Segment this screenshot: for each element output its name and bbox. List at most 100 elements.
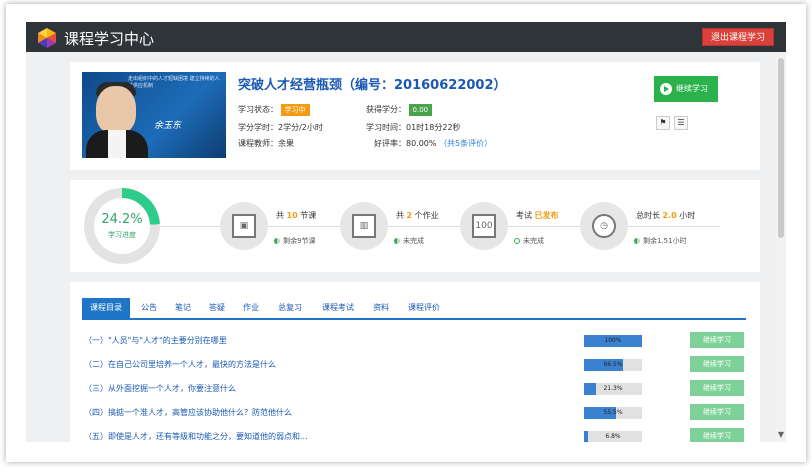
window-frame: 课程学习中心 退出课程学习 ▼ 走出组织中的人才短缺困境 建立持续的人才供应机制…	[6, 4, 806, 462]
stat-duration-text: 总时长 2.0 小时	[636, 210, 695, 221]
scrollbar-thumb[interactable]	[778, 58, 784, 238]
teacher-photo-face	[96, 86, 136, 134]
rating-link[interactable]: （共5条评价）	[439, 139, 492, 148]
stat-exam-sub: 未完成	[514, 236, 544, 246]
stat-homework-sub-text: 未完成	[403, 237, 424, 245]
lesson-title[interactable]: （一）"人员"与"人才"的主要分别在哪里	[84, 335, 227, 346]
stat-duration-circle: ◷	[580, 202, 628, 250]
clock-icon: ◷	[592, 214, 616, 238]
flag-icon[interactable]: ⚑	[656, 116, 670, 130]
tab-catalog[interactable]: 课程目录	[82, 298, 130, 318]
course-thumbnail[interactable]: 走出组织中的人才短缺困境 建立持续的人才供应机制 余玉东	[82, 72, 226, 158]
stat-homework-suffix: 个作业	[412, 211, 439, 220]
scrollbar[interactable]: ▼	[776, 52, 786, 442]
progress-ring-inner: 24.2% 学习进度	[94, 198, 150, 254]
stat-duration-suffix: 小时	[676, 211, 696, 220]
signature-text: 余玉东	[154, 121, 182, 131]
tab-exam[interactable]: 课程考试	[314, 298, 362, 318]
stat-lessons-sub: 剩余9节课	[274, 236, 315, 246]
tab-evaluation[interactable]: 课程评价	[400, 298, 448, 318]
stat-lessons-num: 10	[286, 211, 298, 220]
stat-lessons-prefix: 共	[276, 211, 287, 220]
brand-title: 课程学习中心	[64, 30, 155, 48]
lesson-progress-text: 6.8%	[605, 433, 621, 440]
video-icon: ▣	[232, 214, 256, 238]
credit-badge: 0.00	[408, 104, 433, 116]
tab-notes[interactable]: 笔记	[168, 298, 198, 318]
stat-lessons-text: 共 10 节课	[276, 210, 316, 221]
status-label: 学习状态：	[238, 105, 278, 114]
half-dot-icon	[634, 238, 640, 244]
stat-exam-prefix: 考试	[516, 211, 535, 220]
teacher-photo-shirt	[108, 130, 126, 158]
empty-dot-icon	[514, 238, 520, 244]
progress-label: 学习进度	[108, 231, 136, 239]
lesson-progress-text: 100%	[604, 337, 622, 344]
stat-homework-prefix: 共	[396, 211, 407, 220]
stat-exam-text: 考试 已发布	[516, 210, 559, 221]
thumbnail-banner-text: 走出组织中的人才短缺困境 建立持续的人才供应机制	[128, 76, 220, 89]
hours-text: 学分学时：2学分/2小时	[238, 123, 323, 132]
lesson-progress-bar: 21.3%	[584, 383, 642, 395]
lesson-row: （二）在自己公司里培养一个人才，最快的方法是什么 66.5% 继续学习	[84, 356, 744, 374]
course-info-card: 走出组织中的人才短缺困境 建立持续的人才供应机制 余玉东 突破人才经营瓶颈（编号…	[70, 62, 760, 170]
continue-learning-label: 继续学习	[676, 84, 708, 93]
tab-qa[interactable]: 答疑	[202, 298, 232, 318]
half-dot-icon	[274, 238, 280, 244]
progress-ring: 24.2% 学习进度	[84, 188, 160, 264]
logout-button[interactable]: 退出课程学习	[701, 28, 774, 46]
scroll-down-icon[interactable]: ▼	[776, 430, 786, 440]
stat-lessons-suffix: 节课	[297, 211, 317, 220]
lesson-row: （五）即使是人才，还有等级和功能之分，要知道他的弱点和... 6.8% 继续学习	[84, 428, 744, 442]
stat-homework-sub: 未完成	[394, 236, 424, 246]
lesson-title[interactable]: （四）搞掂一个准人才，高管应该协助他什么？防范他什么	[84, 407, 292, 418]
list-icon[interactable]: ☰	[674, 116, 688, 130]
play-icon	[660, 83, 672, 95]
progress-percent: 24.2%	[101, 212, 143, 227]
lesson-continue-button[interactable]: 继续学习	[690, 332, 744, 348]
stat-exam-num: 已发布	[534, 211, 559, 220]
lesson-progress-bar: 55.5%	[584, 407, 642, 419]
stat-duration-prefix: 总时长	[636, 211, 663, 220]
lesson-row: （一）"人员"与"人才"的主要分别在哪里 100% 继续学习	[84, 332, 744, 350]
lesson-continue-button[interactable]: 继续学习	[690, 428, 744, 442]
progress-card: 24.2% 学习进度 ▣ 共 10 节课 剩余9节课 ▥ 共 2 个作业 未完成	[70, 180, 760, 272]
stat-duration-sub: 剩余1.51小时	[634, 236, 687, 246]
credit-row: 获得学分： 0.00	[366, 104, 433, 116]
rating-row: 好评率：80.00% （共5条评价）	[374, 138, 492, 149]
status-badge: 学习中	[280, 104, 310, 116]
book-icon: ▥	[352, 214, 376, 238]
lesson-progress-text: 66.5%	[603, 361, 623, 368]
continue-learning-button[interactable]: 继续学习	[654, 76, 718, 102]
tab-materials[interactable]: 资料	[366, 298, 396, 318]
stat-exam-sub-text: 未完成	[523, 237, 544, 245]
stat-lessons-sub-text: 剩余9节课	[283, 237, 316, 245]
lesson-title[interactable]: （二）在自己公司里培养一个人才，最快的方法是什么	[84, 359, 276, 370]
lesson-continue-button[interactable]: 继续学习	[690, 380, 744, 396]
half-dot-icon	[394, 238, 400, 244]
lesson-row: （四）搞掂一个准人才，高管应该协助他什么？防范他什么 55.5% 继续学习	[84, 404, 744, 422]
lesson-progress-text: 21.3%	[603, 385, 623, 392]
lesson-row: （三）从外面挖掘一个人才，你要注意什么 21.3% 继续学习	[84, 380, 744, 398]
tab-review[interactable]: 总复习	[270, 298, 310, 318]
tab-announcement[interactable]: 公告	[134, 298, 164, 318]
stat-exam-circle: 100	[460, 202, 508, 250]
stat-duration-sub-text: 剩余1.51小时	[643, 237, 687, 245]
lesson-title[interactable]: （五）即使是人才，还有等级和功能之分，要知道他的弱点和...	[84, 431, 308, 442]
lesson-title[interactable]: （三）从外面挖掘一个人才，你要注意什么	[84, 383, 236, 394]
tab-homework[interactable]: 作业	[236, 298, 266, 318]
stat-duration-num: 2.0	[662, 211, 677, 220]
lesson-progress-bar: 100%	[584, 335, 642, 347]
top-bar: 课程学习中心 退出课程学习	[26, 22, 786, 52]
credit-label: 获得学分：	[366, 105, 406, 114]
stat-lessons-circle: ▣	[220, 202, 268, 250]
exam-icon: 100	[472, 214, 496, 238]
app: 课程学习中心 退出课程学习 ▼ 走出组织中的人才短缺困境 建立持续的人才供应机制…	[26, 22, 786, 442]
tab-bar: 课程目录 公告 笔记 答疑 作业 总复习 课程考试 资料 课程评价	[82, 298, 746, 320]
stat-homework-circle: ▥	[340, 202, 388, 250]
catalog-card: 课程目录 公告 笔记 答疑 作业 总复习 课程考试 资料 课程评价 （一）"人员…	[70, 282, 760, 442]
rating-text: 好评率：80.00%	[374, 139, 437, 148]
lesson-continue-button[interactable]: 继续学习	[690, 356, 744, 372]
lesson-continue-button[interactable]: 继续学习	[690, 404, 744, 420]
course-title: 突破人才经营瓶颈（编号：20160622002）	[238, 78, 507, 93]
